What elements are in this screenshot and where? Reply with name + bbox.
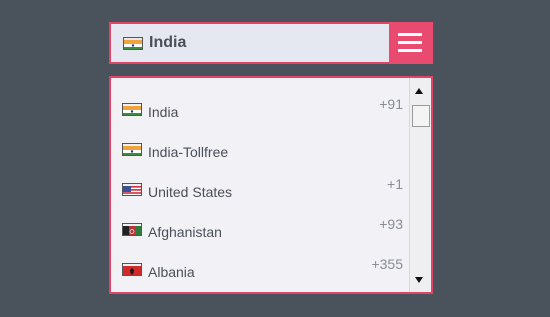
country-option-albania[interactable]: Albania +355	[111, 246, 409, 286]
dial-code: +91	[379, 96, 403, 112]
menu-toggle-button[interactable]	[389, 22, 433, 64]
flag-us-icon	[122, 183, 142, 196]
country-option-afghanistan[interactable]: Afghanistan +93	[111, 206, 409, 246]
country-name: Albania	[148, 264, 195, 280]
scrollbar[interactable]	[409, 78, 431, 292]
country-name: Afghanistan	[148, 224, 222, 240]
country-dropdown-list[interactable]: India +91 India-Tollfree United States +…	[109, 76, 433, 294]
dial-code: +93	[379, 216, 403, 232]
scrollbar-thumb[interactable]	[412, 105, 430, 127]
country-name: India-Tollfree	[148, 144, 229, 160]
country-selector[interactable]: India	[109, 22, 433, 64]
selected-country-label: India	[149, 34, 187, 51]
dial-code: +1	[387, 176, 403, 192]
scroll-down-arrow-icon[interactable]	[415, 277, 423, 283]
country-name: India	[148, 104, 179, 120]
dial-code: +355	[371, 256, 403, 272]
scroll-up-arrow-icon[interactable]	[415, 88, 423, 94]
flag-india-icon	[122, 143, 142, 156]
flag-india-icon	[123, 37, 143, 50]
flag-india-icon	[122, 103, 142, 116]
country-option-united-states[interactable]: United States +1	[111, 166, 409, 206]
country-option-india[interactable]: India +91	[111, 86, 409, 126]
flag-albania-icon	[122, 263, 142, 276]
country-name: United States	[148, 184, 233, 200]
country-option-india-tollfree[interactable]: India-Tollfree	[111, 126, 409, 166]
flag-afghanistan-icon	[122, 223, 142, 236]
